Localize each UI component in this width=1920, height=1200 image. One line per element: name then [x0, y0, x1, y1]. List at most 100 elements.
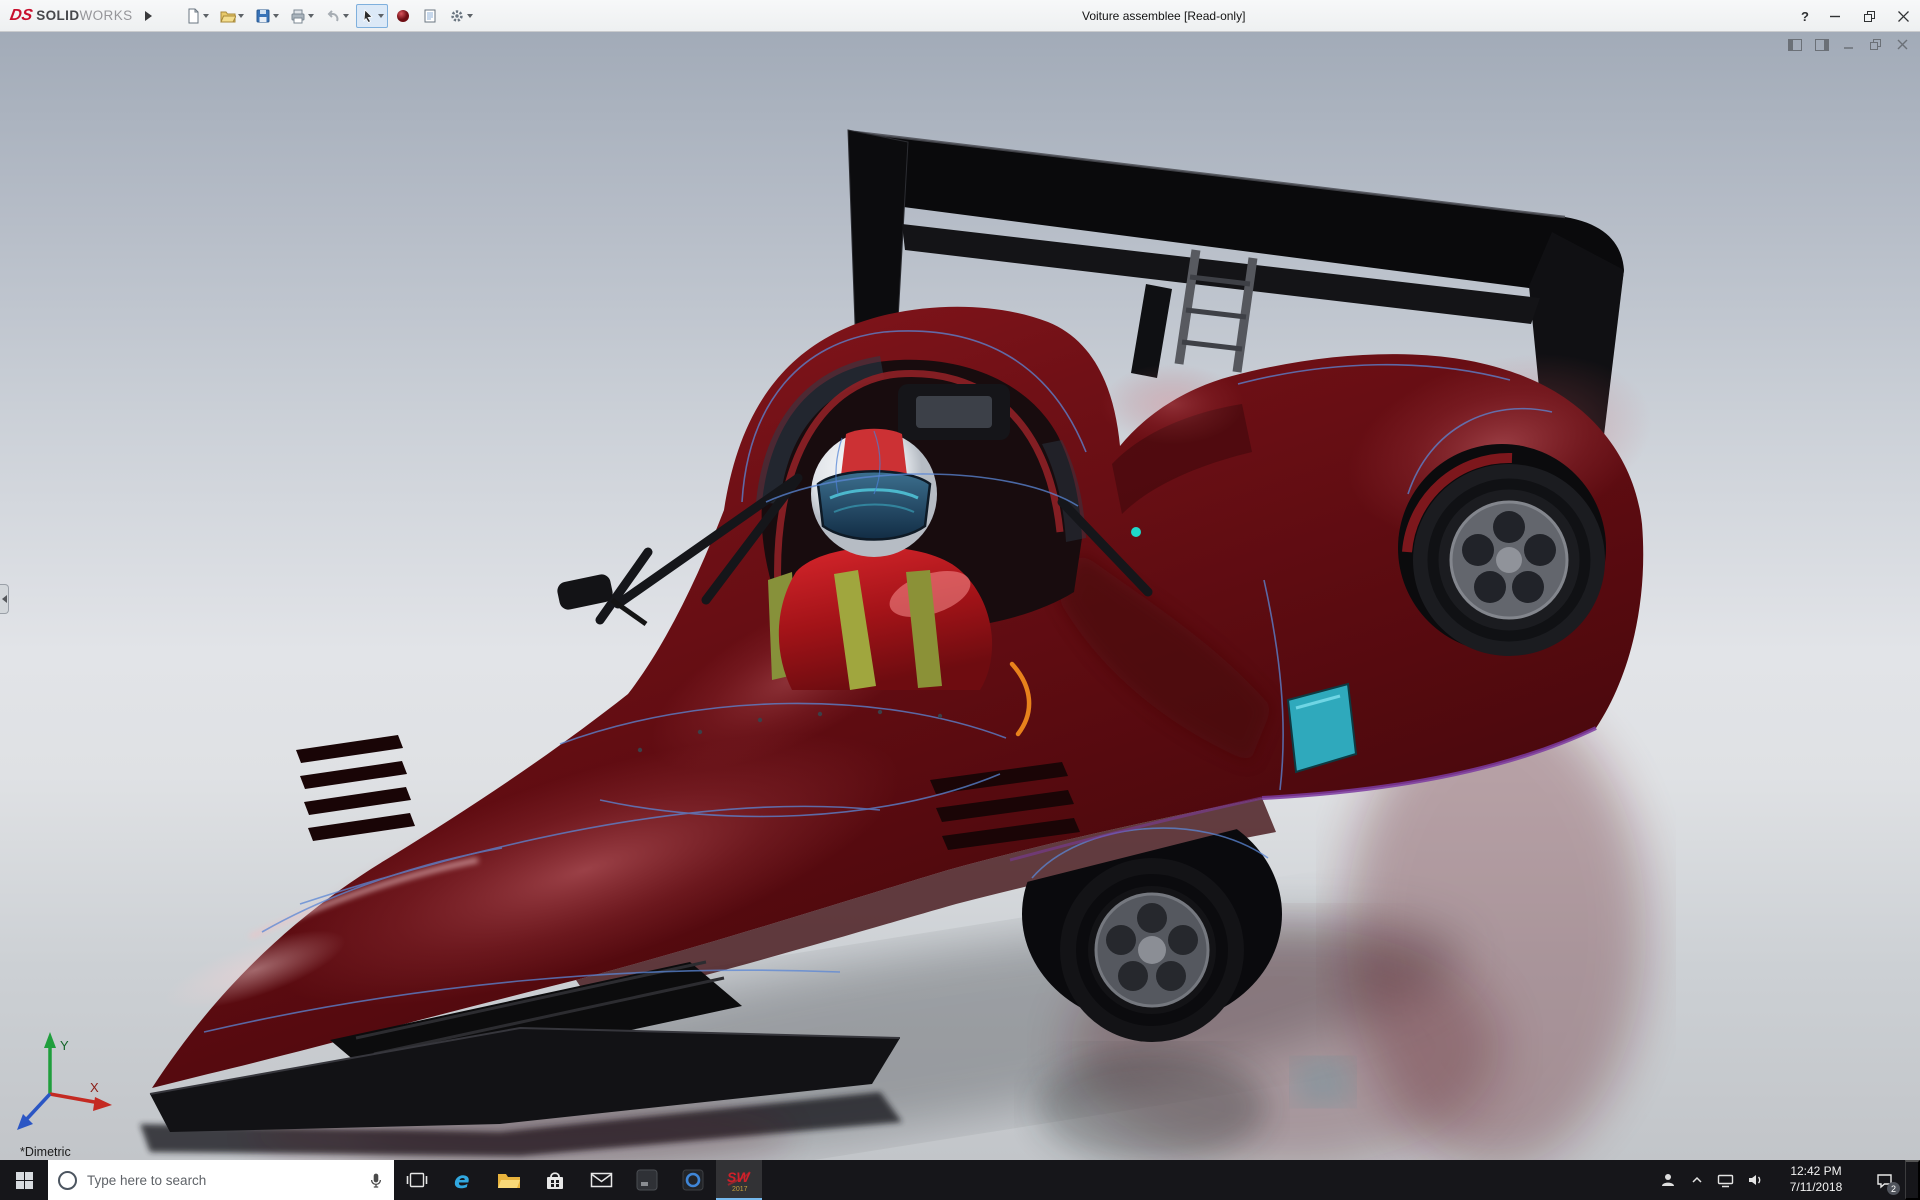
options-button[interactable] [445, 4, 477, 28]
windows-taskbar: e SW 2017 [0, 1160, 1920, 1200]
solidworks-app-icon: SW 2017 [726, 1167, 752, 1193]
clock-time: 12:42 PM [1790, 1164, 1841, 1180]
open-button[interactable] [216, 4, 248, 28]
undo-button[interactable] [321, 4, 353, 28]
microphone-icon[interactable] [368, 1172, 384, 1188]
options-gear-icon [449, 8, 465, 24]
doc-close-button[interactable] [1894, 37, 1912, 53]
appearance-sphere-icon [395, 8, 411, 24]
solidworks-window: DS SOLIDWORKS [0, 0, 1920, 1200]
triad-y-label: Y [60, 1038, 69, 1053]
pane-right-button[interactable] [1813, 37, 1831, 53]
file-properties-button[interactable] [418, 4, 442, 28]
svg-text:e: e [454, 1168, 470, 1192]
task-view-icon [406, 1170, 428, 1190]
pane-left-icon [1788, 39, 1802, 51]
graphics-area[interactable]: Y X [0, 32, 1920, 1160]
menu-expand-arrow[interactable] [139, 4, 159, 28]
solidworks-taskbar-button[interactable]: SW 2017 [716, 1160, 762, 1200]
media-app-icon [682, 1169, 704, 1191]
view-orientation-label: *Dimetric [20, 1145, 71, 1159]
file-properties-icon [422, 8, 438, 24]
orientation-triad[interactable]: Y X [17, 1032, 112, 1130]
file-explorer-button[interactable] [486, 1160, 532, 1200]
start-button[interactable] [0, 1160, 48, 1200]
3d-model-canvas[interactable]: Y X [0, 32, 1920, 1160]
close-button[interactable] [1886, 0, 1920, 32]
cortana-ring-icon [58, 1171, 77, 1190]
volume-button[interactable] [1740, 1160, 1769, 1200]
new-document-button[interactable] [181, 4, 213, 28]
triad-x-label: X [90, 1080, 99, 1095]
quick-access-toolbar [181, 4, 477, 28]
media-app-button[interactable] [670, 1160, 716, 1200]
document-title: Voiture assemblee [Read-only] [1082, 0, 1245, 32]
mail-button[interactable] [578, 1160, 624, 1200]
action-center-button[interactable]: 2 [1863, 1160, 1905, 1200]
select-tool-button[interactable] [356, 4, 388, 28]
mail-icon [590, 1171, 613, 1189]
restore-icon [1864, 11, 1875, 22]
dropdown-caret-icon [378, 14, 384, 18]
dark-app-button[interactable] [624, 1160, 670, 1200]
solidworks-logo: DS SOLIDWORKS [0, 7, 139, 25]
dropdown-caret-icon [238, 14, 244, 18]
help-button[interactable]: ? [1792, 0, 1818, 32]
people-button[interactable] [1653, 1160, 1682, 1200]
hidden-icons-button[interactable] [1682, 1160, 1711, 1200]
store-icon [544, 1169, 566, 1191]
close-icon [1897, 39, 1909, 51]
minimize-icon [1843, 39, 1855, 51]
show-desktop-button[interactable] [1905, 1160, 1920, 1200]
triangle-left-icon [2, 595, 7, 603]
edge-browser-button[interactable]: e [440, 1160, 486, 1200]
network-icon [1717, 1173, 1734, 1188]
save-icon [255, 8, 271, 24]
appearance-button[interactable] [391, 4, 415, 28]
volume-icon [1747, 1172, 1763, 1188]
print-button[interactable] [286, 4, 318, 28]
save-button[interactable] [251, 4, 283, 28]
taskbar-search[interactable] [48, 1160, 394, 1200]
restore-button[interactable] [1852, 0, 1886, 32]
undo-icon [325, 8, 341, 24]
minimize-button[interactable] [1818, 0, 1852, 32]
dropdown-caret-icon [467, 14, 473, 18]
ds-logo-mark: DS [8, 7, 33, 25]
start-icon [16, 1172, 33, 1189]
restore-icon [1870, 39, 1882, 51]
dark-app-icon [636, 1169, 658, 1191]
clock-date: 7/11/2018 [1790, 1180, 1843, 1196]
file-explorer-icon [497, 1170, 521, 1190]
doc-restore-button[interactable] [1867, 37, 1885, 53]
people-icon [1660, 1172, 1676, 1188]
pane-left-button[interactable] [1786, 37, 1804, 53]
close-icon [1898, 11, 1909, 22]
featuremanager-collapsed-tab[interactable] [0, 584, 9, 614]
titlebar: DS SOLIDWORKS [0, 0, 1920, 32]
dropdown-caret-icon [343, 14, 349, 18]
new-document-icon [185, 8, 201, 24]
edge-icon: e [451, 1168, 475, 1192]
task-view-button[interactable] [394, 1160, 440, 1200]
taskbar-clock[interactable]: 12:42 PM 7/11/2018 [1769, 1160, 1863, 1200]
print-icon [290, 8, 306, 24]
fender-louvers-left [296, 735, 415, 841]
network-button[interactable] [1711, 1160, 1740, 1200]
brand-solid: SOLID [36, 8, 79, 23]
select-cursor-icon [360, 8, 376, 24]
search-input[interactable] [85, 1172, 360, 1189]
svg-text:SW: SW [727, 1169, 751, 1185]
brand-works: WORKS [80, 8, 133, 23]
open-folder-icon [220, 8, 236, 24]
chevron-up-icon [1690, 1173, 1704, 1187]
document-window-controls [1786, 37, 1912, 53]
pane-right-icon [1815, 39, 1829, 51]
window-controls: ? [1792, 0, 1920, 32]
doc-minimize-button[interactable] [1840, 37, 1858, 53]
notification-badge: 2 [1887, 1182, 1900, 1195]
system-tray: 12:42 PM 7/11/2018 2 [1653, 1160, 1920, 1200]
dropdown-caret-icon [203, 14, 209, 18]
store-button[interactable] [532, 1160, 578, 1200]
triangle-right-icon [145, 11, 152, 21]
